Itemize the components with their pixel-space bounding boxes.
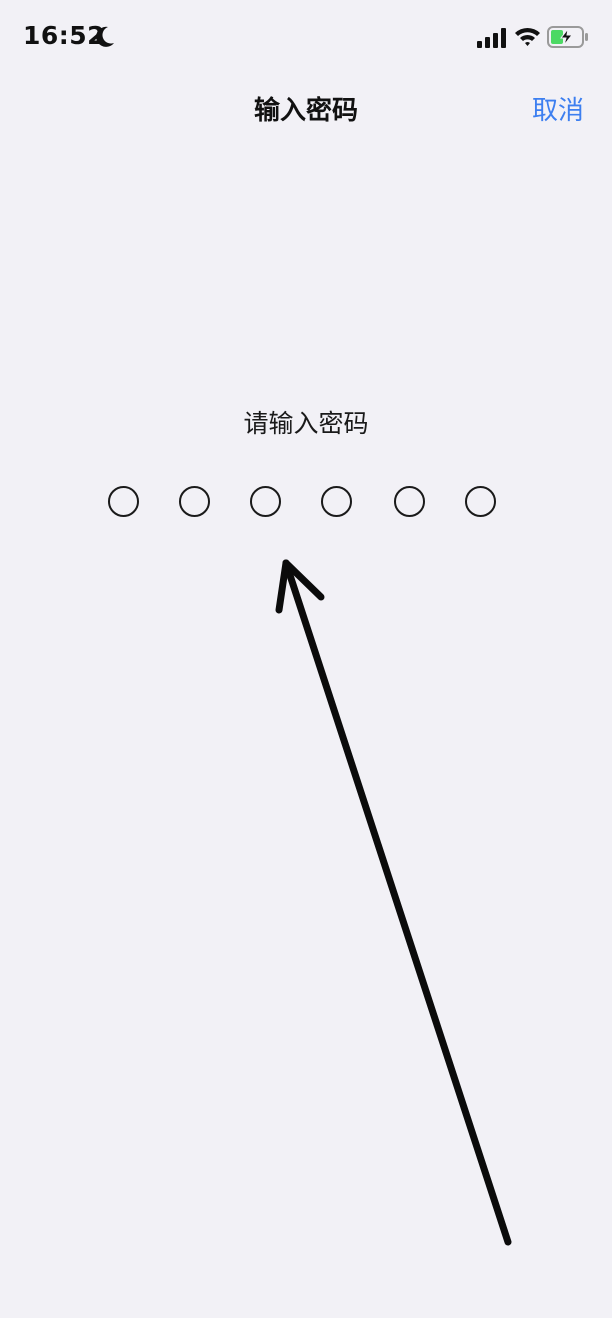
moon-icon [96,26,114,47]
passcode-dot-3 [250,486,281,517]
arrow-icon [275,559,512,1246]
page-title: 输入密码 [253,96,358,126]
passcode-dot-6 [465,486,496,517]
cancel-button[interactable]: 取消 [532,90,584,127]
passcode-dot-2 [179,486,210,517]
signal-icon [477,28,506,48]
passcode-dots[interactable] [108,486,498,518]
status-time: 16:52 [23,21,106,50]
passcode-prompt: 请输入密码 [243,409,369,438]
battery-icon [547,26,588,48]
nav-bar: 输入密码 取消 [0,78,612,140]
passcode-dot-1 [108,486,139,517]
status-bar: 16:52 [0,0,612,78]
passcode-dot-5 [394,486,425,517]
wifi-icon [515,27,540,46]
passcode-dot-4 [321,486,352,517]
